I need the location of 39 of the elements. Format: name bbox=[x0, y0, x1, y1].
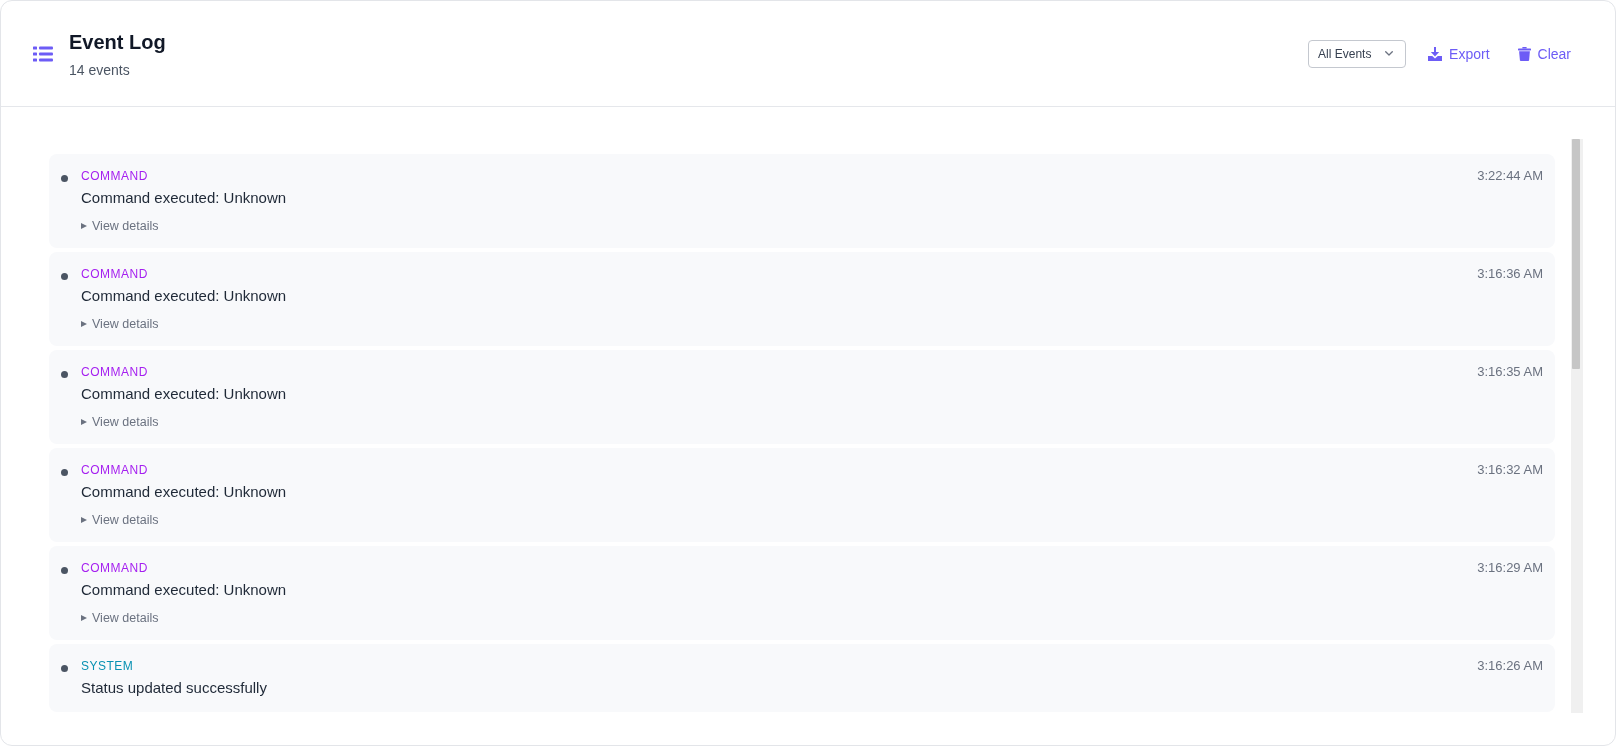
view-details-toggle[interactable]: View details bbox=[81, 218, 159, 234]
view-details-toggle[interactable]: View details bbox=[81, 316, 159, 332]
event-type-label: COMMAND bbox=[81, 266, 148, 282]
event-message: Command executed: Unknown bbox=[81, 482, 287, 502]
event-message: Command executed: Unknown bbox=[81, 580, 287, 600]
dot-icon bbox=[61, 273, 68, 280]
event-count: 14 events bbox=[69, 60, 131, 80]
event-type-label: COMMAND bbox=[81, 364, 148, 380]
event-type-label: COMMAND bbox=[81, 462, 148, 478]
dot-icon bbox=[61, 469, 68, 476]
event-time: 3:16:26 AM bbox=[1477, 658, 1543, 674]
event-message: Command executed: Unknown bbox=[81, 384, 287, 404]
dot-icon bbox=[61, 371, 68, 378]
chevron-down-icon bbox=[1385, 51, 1394, 56]
event-type-label: SYSTEM bbox=[81, 658, 134, 674]
event-type-label: COMMAND bbox=[81, 560, 148, 576]
view-details-toggle[interactable]: View details bbox=[81, 512, 159, 528]
dot-icon bbox=[61, 665, 68, 672]
list-icon bbox=[33, 45, 53, 62]
scrollbar-thumb[interactable] bbox=[1572, 139, 1580, 369]
dot-icon bbox=[61, 175, 68, 182]
download-icon bbox=[1428, 46, 1443, 61]
view-details-toggle[interactable]: View details bbox=[81, 414, 159, 430]
view-details-toggle[interactable]: View details bbox=[81, 610, 159, 626]
event-time: 3:16:29 AM bbox=[1477, 560, 1543, 576]
trash-icon bbox=[1517, 46, 1531, 61]
event-type-label: COMMAND bbox=[81, 168, 148, 184]
event-time: 3:22:44 AM bbox=[1477, 168, 1543, 184]
event-message: Status updated successfully bbox=[81, 678, 267, 698]
export-button[interactable]: Export bbox=[1420, 39, 1498, 68]
panel-title: Event Log bbox=[69, 29, 166, 55]
clear-button[interactable]: Clear bbox=[1509, 39, 1579, 68]
filter-dropdown[interactable]: All Events bbox=[1308, 39, 1407, 68]
event-time: 3:16:35 AM bbox=[1477, 364, 1543, 380]
event-time: 3:16:32 AM bbox=[1477, 462, 1543, 478]
event-time: 3:16:36 AM bbox=[1477, 266, 1543, 282]
dot-icon bbox=[61, 567, 68, 574]
event-message: Command executed: Unknown bbox=[81, 286, 287, 306]
event-message: Command executed: Unknown bbox=[81, 188, 287, 208]
